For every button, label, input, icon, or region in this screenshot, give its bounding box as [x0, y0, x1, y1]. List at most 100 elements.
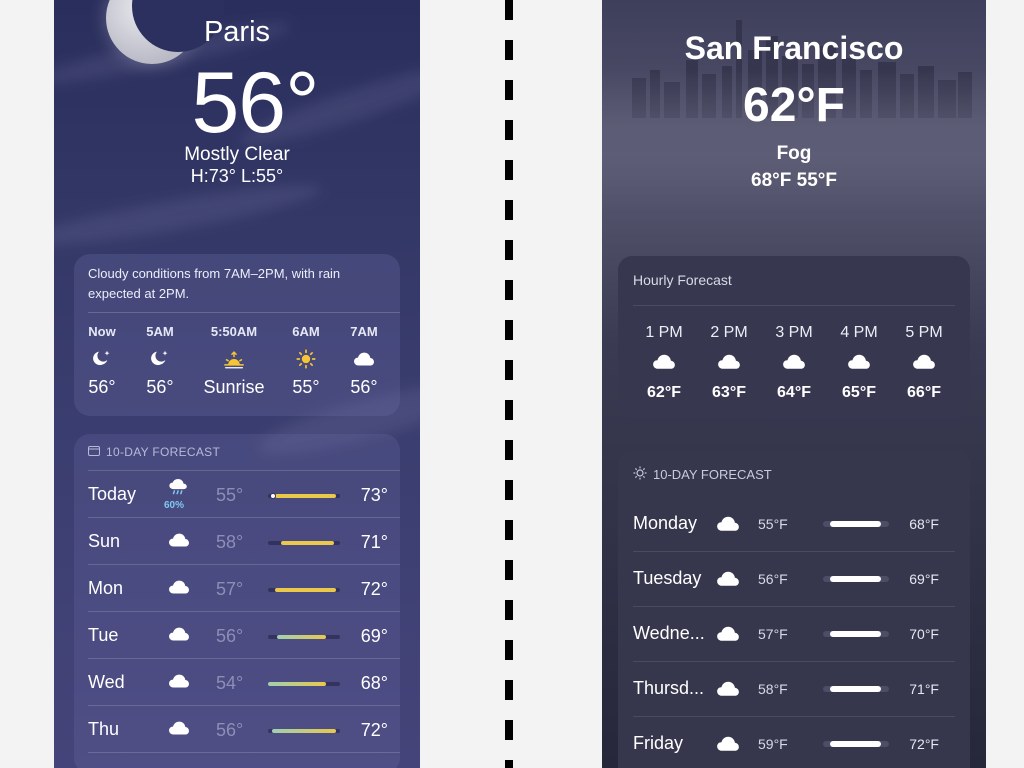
high-low: 68°F 55°F: [751, 170, 837, 191]
city-name: San Francisco: [684, 30, 904, 66]
forecast-row[interactable]: Mon 57° 72°: [88, 564, 400, 611]
ten-day-forecast-card[interactable]: 10-DAY FORECAST Today 60% 55° 73° Sun 58° 71° M…: [74, 434, 400, 768]
hourly-time: 2 PM: [710, 324, 748, 341]
hourly-forecast-card[interactable]: Hourly Forecast 1 PM 62°F 2 PM 63°F 3 PM 64°F…: [618, 256, 970, 418]
forecast-title: 10-DAY FORECAST: [653, 467, 772, 482]
forecast-day: Wed: [88, 672, 125, 692]
hourly-item: 2 PM 63°F: [699, 324, 759, 402]
current-temp-dot: [270, 493, 276, 499]
forecast-high: 68°F: [909, 516, 939, 532]
ten-day-forecast-card[interactable]: 10-DAY FORECAST Monday 55°F 68°F Tuesday 56°…: [618, 450, 970, 768]
forecast-day: Sun: [88, 531, 121, 551]
hourly-item: 3 PM 64°F: [764, 324, 824, 402]
hourly-item: 1 PM 62°F: [634, 324, 694, 402]
hourly-value: 66°F: [907, 384, 941, 401]
forecast-low: 59°F: [758, 736, 788, 752]
cloud-icon: [829, 348, 889, 374]
hourly-forecast-card[interactable]: Cloudy conditions from 7AM–2PM, with rai…: [74, 254, 400, 416]
cloud-icon: [715, 512, 741, 534]
hourly-time: 3 PM: [775, 324, 813, 341]
forecast-day: Mon: [88, 578, 124, 598]
forecast-row[interactable]: Wed 54° 68°: [88, 658, 400, 705]
temperature-range-bar: [268, 541, 340, 545]
cloud-icon: [764, 348, 824, 374]
forecast-day: Wedne...: [633, 623, 705, 643]
forecast-low: 58°: [216, 532, 244, 552]
temperature-range-bar: [268, 635, 340, 639]
hourly-value: 56°: [146, 377, 174, 397]
hourly-value: 64°F: [777, 384, 811, 401]
divider: [88, 564, 400, 565]
temperature-range-bar: [268, 682, 340, 686]
forecast-high: 71°: [360, 532, 388, 552]
divider: [88, 752, 400, 753]
high-low: H:73° L:55°: [190, 166, 284, 186]
forecast-day: Monday: [633, 513, 698, 533]
forecast-high: 68°: [360, 673, 388, 693]
cloud-icon: [715, 567, 741, 589]
forecast-high: 70°F: [909, 626, 939, 642]
hourly-item: 7AM 56°: [324, 324, 404, 398]
forecast-row[interactable]: Tuesday 56°F 69°F: [633, 551, 955, 606]
hourly-value: Sunrise: [203, 377, 265, 397]
cloud-icon: [324, 345, 404, 373]
forecast-day: Thu: [88, 719, 120, 739]
forecast-row[interactable]: Friday 59°F 72°F: [633, 716, 955, 768]
cloud-icon: [164, 619, 194, 649]
cloud-icon: [634, 348, 694, 374]
dashed-divider: [505, 0, 513, 768]
divider: [88, 705, 400, 706]
temperature-range-bar: [268, 588, 340, 592]
hourly-time: 4 PM: [840, 324, 878, 341]
divider: [633, 551, 955, 552]
sun-icon: [633, 466, 647, 483]
forecast-row[interactable]: Thu 56° 72°: [88, 705, 400, 752]
hourly-time: 5AM: [146, 324, 174, 339]
forecast-row[interactable]: Tue 56° 69°: [88, 611, 400, 658]
forecast-high: 69°: [360, 626, 388, 646]
forecast-low: 57°F: [758, 626, 788, 642]
temperature-range-bar: [268, 493, 340, 499]
cloud-icon: [699, 348, 759, 374]
forecast-row[interactable]: Monday 55°F 68°F: [633, 496, 955, 551]
forecast-high: 72°: [360, 579, 388, 599]
divider: [88, 658, 400, 659]
temperature-range-bar: [823, 521, 889, 527]
moon-star-icon: [120, 345, 200, 373]
forecast-row[interactable]: Wedne... 57°F 70°F: [633, 606, 955, 661]
forecast-low: 56°: [216, 720, 244, 740]
forecast-day: Friday: [633, 733, 684, 753]
forecast-row[interactable]: Thursd... 58°F 71°F: [633, 661, 955, 716]
current-temperature: 62°F: [743, 79, 845, 132]
hourly-item: 5AM 56°: [120, 324, 200, 398]
forecast-day: Tue: [88, 625, 119, 645]
forecast-low: 54°: [216, 673, 244, 693]
hourly-value: 62°F: [647, 384, 681, 401]
hourly-value: 56°: [350, 377, 378, 397]
forecast-row[interactable]: Today 60% 55° 73°: [88, 470, 400, 517]
temperature-range-bar: [823, 576, 889, 582]
forecast-high: 72°: [360, 720, 388, 740]
forecast-low: 58°F: [758, 681, 788, 697]
hourly-item: 4 PM 65°F: [829, 324, 889, 402]
hourly-value: 63°F: [712, 384, 746, 401]
forecast-row[interactable]: [88, 752, 400, 768]
forecast-low: 57°: [216, 579, 244, 599]
forecast-day: Tuesday: [633, 568, 702, 588]
cloud-icon: [164, 713, 194, 743]
current-condition: Mostly Clear: [184, 144, 290, 165]
forecast-high: 72°F: [909, 736, 939, 752]
forecast-row[interactable]: Sun 58° 71°: [88, 517, 400, 564]
forecast-low: 55°F: [758, 516, 788, 532]
sf-weather-screen: San Francisco 62°F Fog 68°F 55°F Hourly …: [602, 0, 986, 768]
hourly-time: 5 PM: [905, 324, 943, 341]
forecast-low: 56°: [216, 626, 244, 646]
cloud-icon: [164, 572, 194, 602]
cloud-icon: [164, 666, 194, 696]
cloud-rain-icon: [164, 472, 194, 502]
divider: [88, 470, 400, 471]
hourly-item: 5 PM 66°F: [894, 324, 954, 402]
forecast-header: 10-DAY FORECAST: [633, 466, 772, 483]
calendar-icon: [88, 445, 100, 459]
divider: [633, 661, 955, 662]
